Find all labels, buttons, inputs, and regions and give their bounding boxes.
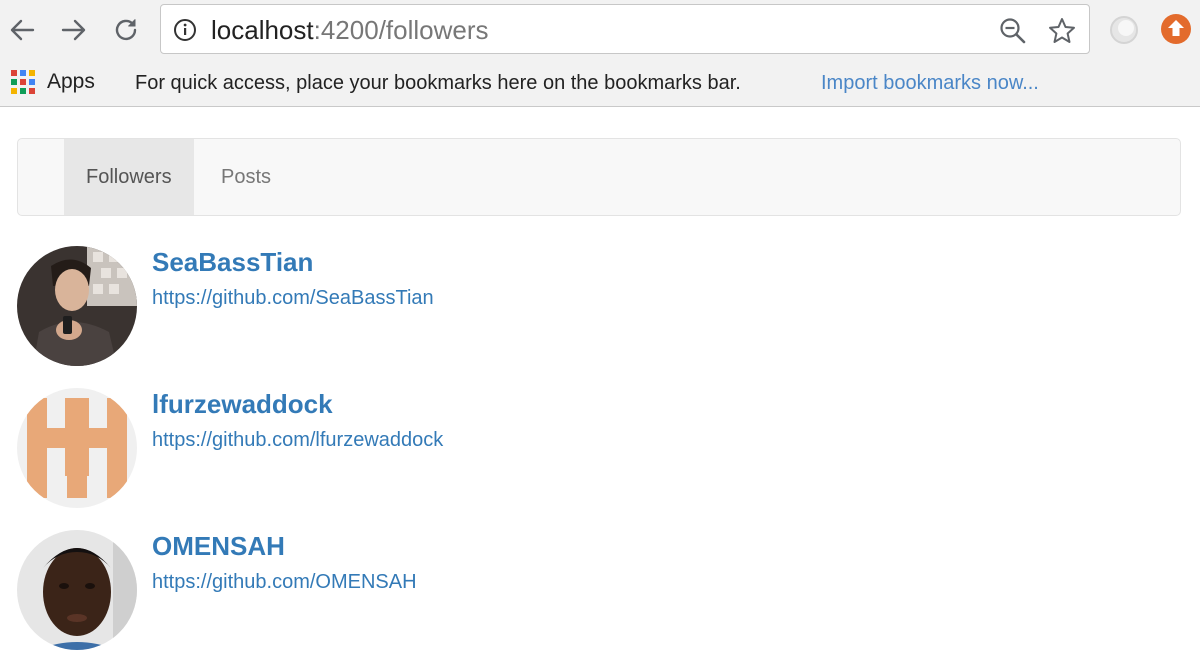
follower-item: SeaBassTian https://github.com/SeaBassTi… [17,246,817,368]
forward-button[interactable] [56,10,92,50]
bookmarks-message: For quick access, place your bookmarks h… [135,72,741,94]
app-navbar: Followers Posts [17,138,1181,216]
reload-icon [115,19,137,41]
apps-label[interactable]: Apps [47,69,95,95]
follower-url[interactable]: https://github.com/OMENSAH [152,570,417,594]
address-bar[interactable]: localhost:4200/followers [160,4,1090,54]
tab-followers[interactable]: Followers [64,139,194,215]
url-path: :4200/followers [313,15,489,45]
apps-icon[interactable] [11,70,35,94]
follower-name[interactable]: OMENSAH [152,530,285,562]
forward-icon [61,19,86,41]
extension-upload-icon[interactable] [1160,13,1192,45]
back-icon [10,19,35,41]
follower-url[interactable]: https://github.com/lfurzewaddock [152,428,443,452]
back-button[interactable] [4,10,40,50]
browser-toolbar: localhost:4200/followers [0,0,1200,60]
follower-name[interactable]: lfurzewaddock [152,388,333,420]
follower-name[interactable]: SeaBassTian [152,246,313,278]
follower-url[interactable]: https://github.com/SeaBassTian [152,286,434,310]
url-text[interactable]: localhost:4200/followers [211,15,489,45]
star-icon[interactable] [1047,16,1077,46]
zoom-icon[interactable] [999,17,1027,45]
bookmarks-bar: Apps For quick access, place your bookma… [0,60,1200,107]
follower-item: OMENSAH https://github.com/OMENSAH [17,530,817,652]
avatar [17,530,137,650]
info-icon[interactable] [173,18,197,42]
extension-icon[interactable] [1108,14,1140,46]
follower-item: lfurzewaddock https://github.com/lfurzew… [17,388,817,510]
url-host: localhost [211,15,314,45]
reload-button[interactable] [108,10,144,50]
avatar [17,388,137,508]
tab-posts[interactable]: Posts [199,139,293,215]
import-bookmarks-link[interactable]: Import bookmarks now... [821,70,1039,96]
avatar [17,246,137,366]
